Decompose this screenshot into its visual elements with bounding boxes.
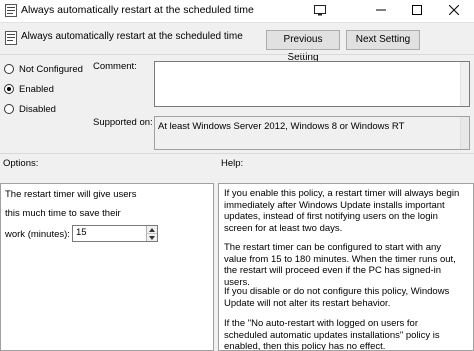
supported-on-label: Supported on: [93,117,153,128]
radio-label: Disabled [19,103,56,115]
title-bar: Always automatically restart at the sche… [0,0,474,23]
spinner-down-button[interactable] [146,234,157,241]
radio-circle-selected [4,84,14,94]
chevron-down-icon [149,232,155,243]
previous-setting-button[interactable]: Previous Setting [266,30,340,63]
section-divider [0,153,474,154]
policy-setting-icon [5,31,17,45]
header-divider [0,54,474,55]
minimize-button[interactable] [364,0,398,22]
options-label: Options: [3,158,39,169]
comment-textarea[interactable] [154,61,470,107]
radio-label: Not Configured [19,63,83,75]
radio-label: Enabled [19,83,54,95]
maximize-button[interactable] [400,0,434,22]
comment-scrollbar[interactable] [460,62,469,106]
supported-scrollbar[interactable] [460,117,469,149]
help-panel[interactable]: If you enable this policy, a restart tim… [218,183,474,351]
minutes-label: work (minutes): [5,229,70,240]
screen-icon[interactable] [313,3,327,17]
policy-name: Always automatically restart at the sche… [21,31,243,42]
help-paragraph: If you enable this policy, a restart tim… [224,188,460,234]
radio-disabled[interactable]: Disabled [4,102,56,116]
close-icon [448,4,460,18]
radio-enabled[interactable]: Enabled [4,82,54,96]
help-label: Help: [221,158,244,169]
minutes-value[interactable]: 15 [76,227,87,238]
minutes-spinner[interactable]: 15 [72,225,158,242]
policy-app-icon [5,4,17,17]
help-paragraph: If you disable or do not configure this … [224,286,450,309]
close-button[interactable] [437,0,471,22]
options-text-line: The restart timer will give users [5,189,137,200]
radio-circle [4,64,14,74]
next-setting-button[interactable]: Next Setting [346,30,420,50]
supported-on-value: At least Windows Server 2012, Windows 8 … [158,121,405,132]
comment-label: Comment: [93,61,137,72]
minimize-icon [376,5,386,18]
radio-not-configured[interactable]: Not Configured [4,62,83,76]
radio-circle [4,104,14,114]
window-title: Always automatically restart at the sche… [21,4,254,16]
maximize-icon [412,4,422,18]
help-paragraph: If the "No auto-restart with logged on u… [224,318,440,351]
options-text-line: this much time to save their [5,208,121,219]
help-paragraph: The restart timer can be configured to s… [224,242,456,288]
supported-on-box: At least Windows Server 2012, Windows 8 … [154,116,470,150]
